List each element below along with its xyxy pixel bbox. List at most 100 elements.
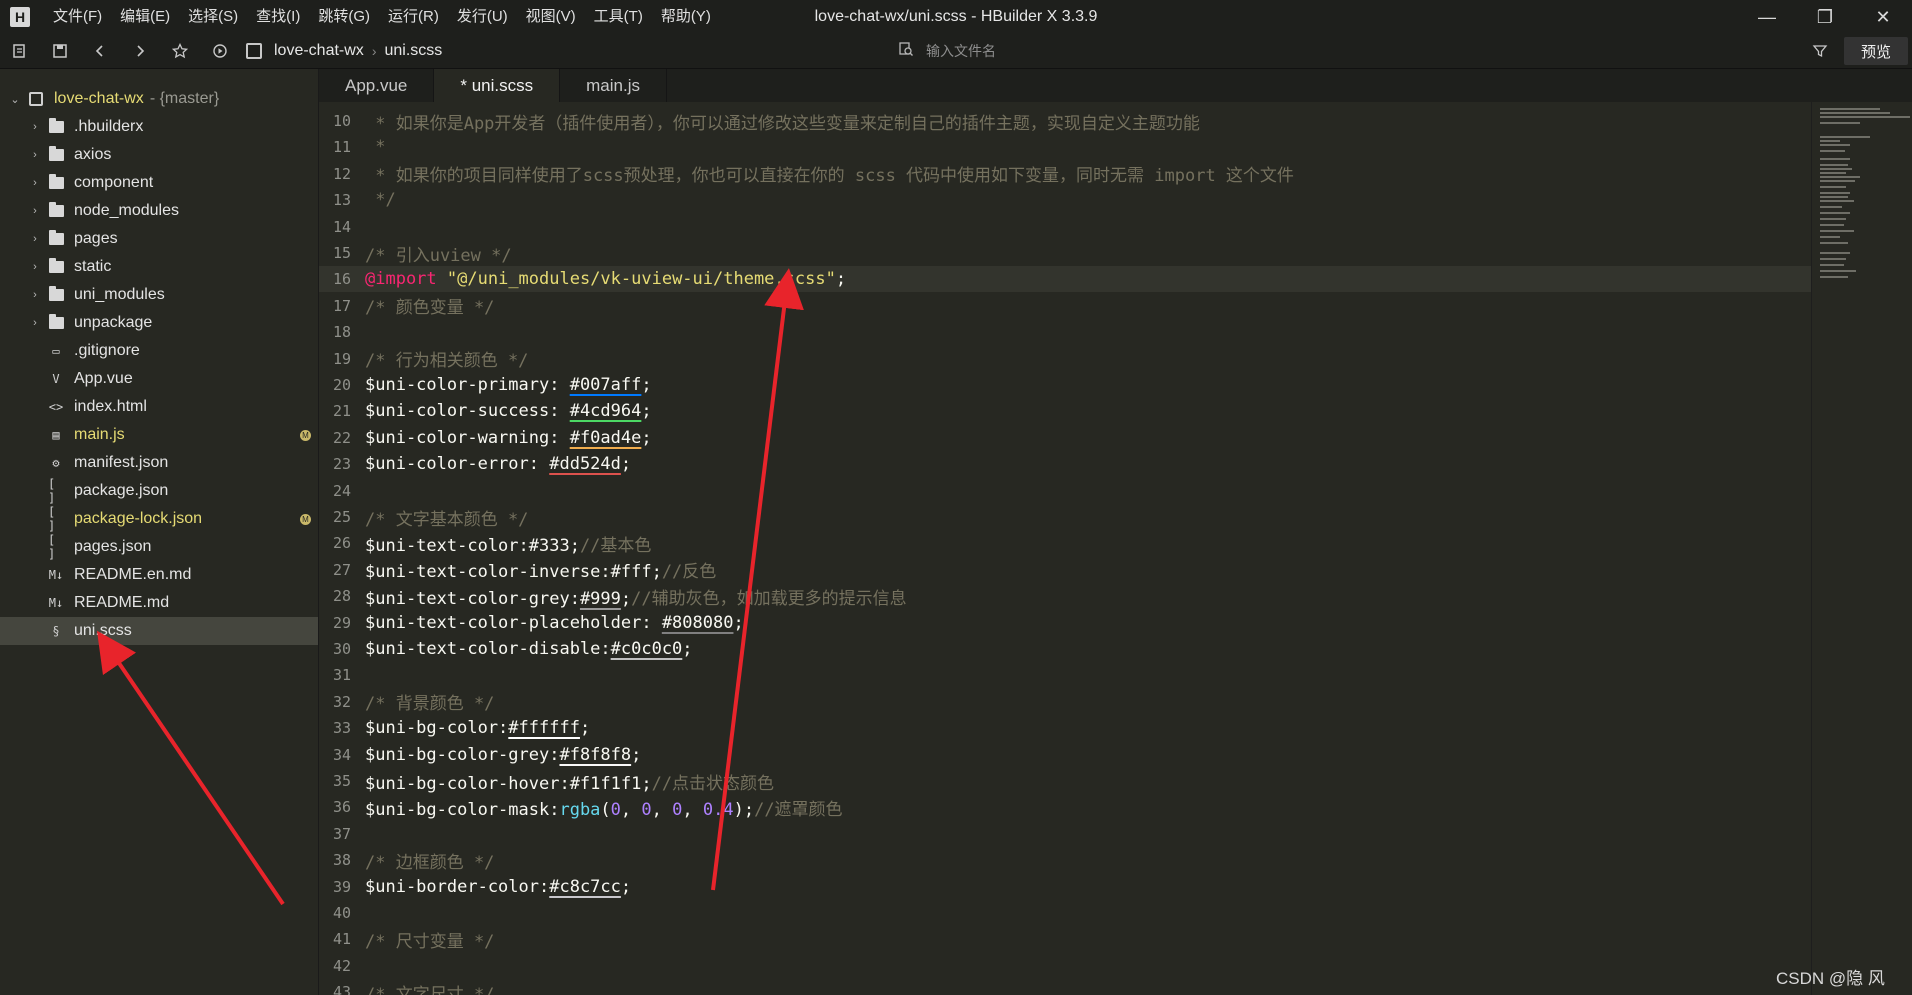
folder-item[interactable]: › axios <box>0 141 318 169</box>
code-line[interactable]: 40 <box>319 900 1811 926</box>
code-line[interactable]: 39 $uni-border-color:#c8c7cc; <box>319 874 1811 900</box>
menu-item[interactable]: 选择(S) <box>179 0 247 34</box>
file-item[interactable]: V App.vue <box>0 365 318 393</box>
code-line[interactable]: 32 /* 背景颜色 */ <box>319 689 1811 715</box>
code-line[interactable]: 27 $uni-text-color-inverse:#fff;//反色 <box>319 557 1811 583</box>
folder-item[interactable]: › pages <box>0 225 318 253</box>
minimize-button[interactable]: — <box>1738 0 1796 34</box>
chevron-down-icon[interactable]: ⌄ <box>8 93 22 106</box>
menu-item[interactable]: 跳转(G) <box>309 0 379 34</box>
file-item[interactable]: ▤ main.js M <box>0 421 318 449</box>
file-icon: § <box>52 624 60 638</box>
folder-item[interactable]: › uni_modules <box>0 281 318 309</box>
code-line[interactable]: 13 */ <box>319 187 1811 213</box>
code-line[interactable]: 28 $uni-text-color-grey:#999;//辅助灰色，如加载更多… <box>319 583 1811 609</box>
code-line[interactable]: 14 <box>319 214 1811 240</box>
code-line[interactable]: 11 * <box>319 134 1811 160</box>
run-icon[interactable] <box>200 34 240 68</box>
restore-button[interactable]: ❐ <box>1796 0 1854 34</box>
preview-button[interactable]: 预览 <box>1844 37 1908 65</box>
file-item[interactable]: <> index.html <box>0 393 318 421</box>
code-editor[interactable]: 10 * 如果你是App开发者（插件使用者），你可以通过修改这些变量来定制自己的… <box>319 102 1811 995</box>
editor-tab[interactable]: App.vue <box>319 69 435 102</box>
editor-tab[interactable]: * uni.scss <box>434 69 561 102</box>
code-line[interactable]: 42 <box>319 953 1811 979</box>
menu-item[interactable]: 帮助(Y) <box>652 0 720 34</box>
folder-item[interactable]: › static <box>0 253 318 281</box>
save-icon[interactable] <box>40 34 80 68</box>
menu-item[interactable]: 查找(I) <box>247 0 309 34</box>
folder-item[interactable]: › unpackage <box>0 309 318 337</box>
folder-item[interactable]: › component <box>0 169 318 197</box>
title-bar: H 文件(F) 编辑(E) 选择(S) 查找(I) 跳转(G) 运行(R) 发行(U) 视图(… <box>0 0 1912 34</box>
minimap[interactable] <box>1811 102 1912 995</box>
chevron-right-icon[interactable]: › <box>28 205 42 217</box>
chevron-right-icon[interactable]: › <box>28 121 42 133</box>
forward-icon[interactable] <box>120 34 160 68</box>
code-line[interactable]: 18 <box>319 319 1811 345</box>
code-line[interactable]: 12 * 如果你的项目同样使用了scss预处理，你也可以直接在你的 scss 代… <box>319 161 1811 187</box>
folder-item[interactable]: › node_modules <box>0 197 318 225</box>
project-root[interactable]: ⌄ love-chat-wx - {master} <box>0 85 318 113</box>
code-line[interactable]: 16 @import "@/uni_modules/vk-uview-ui/the… <box>319 266 1811 293</box>
chevron-right-icon[interactable]: › <box>28 177 42 189</box>
file-item[interactable]: [ ] package.json <box>0 477 318 505</box>
code-line[interactable]: 17 /* 颜色变量 */ <box>319 293 1811 319</box>
code-line[interactable]: 43 /* 文字尺寸 */ <box>319 979 1811 995</box>
file-item[interactable]: [ ] package-lock.json M <box>0 505 318 533</box>
code-line[interactable]: 29 $uni-text-color-placeholder: #808080; <box>319 610 1811 636</box>
close-button[interactable]: ✕ <box>1854 0 1912 34</box>
line-number: 13 <box>332 191 351 210</box>
star-icon[interactable] <box>160 34 200 68</box>
chevron-right-icon[interactable]: › <box>28 261 42 273</box>
code-line[interactable]: 41 /* 尺寸变量 */ <box>319 926 1811 952</box>
chevron-right-icon[interactable]: › <box>28 317 42 329</box>
code-line[interactable]: 19 /* 行为相关颜色 */ <box>319 346 1811 372</box>
code-line[interactable]: 30 $uni-text-color-disable:#c0c0c0; <box>319 636 1811 662</box>
code-line[interactable]: 26 $uni-text-color:#333;//基本色 <box>319 530 1811 556</box>
code-token: $uni-text-color-grey: <box>365 588 580 609</box>
code-line[interactable]: 21 $uni-color-success: #4cd964; <box>319 398 1811 424</box>
code-line[interactable]: 24 <box>319 478 1811 504</box>
menu-item[interactable]: 发行(U) <box>448 0 517 34</box>
chevron-right-icon[interactable]: › <box>28 289 42 301</box>
folder-item[interactable]: › .hbuilderx <box>0 113 318 141</box>
breadcrumb-project[interactable]: love-chat-wx <box>274 42 364 60</box>
menu-item[interactable]: 编辑(E) <box>111 0 179 34</box>
code-line[interactable]: 36 $uni-bg-color-mask:rgba(0, 0, 0, 0.4);… <box>319 794 1811 820</box>
code-line[interactable]: 10 * 如果你是App开发者（插件使用者），你可以通过修改这些变量来定制自己的… <box>319 108 1811 134</box>
file-item[interactable]: [ ] pages.json <box>0 533 318 561</box>
code-line[interactable]: 15 /* 引入uview */ <box>319 240 1811 266</box>
code-line[interactable]: 22 $uni-color-warning: #f0ad4e; <box>319 425 1811 451</box>
menu-item[interactable]: 运行(R) <box>379 0 448 34</box>
menu-item[interactable]: 视图(V) <box>517 0 585 34</box>
chevron-right-icon[interactable]: › <box>28 233 42 245</box>
file-item[interactable]: M↓ README.md <box>0 589 318 617</box>
editor-tab[interactable]: main.js <box>560 69 667 102</box>
code-line[interactable]: 31 <box>319 662 1811 688</box>
menu-item[interactable]: 文件(F) <box>44 0 111 34</box>
code-line[interactable]: 20 $uni-color-primary: #007aff; <box>319 372 1811 398</box>
code-line[interactable]: 33 $uni-bg-color:#ffffff; <box>319 715 1811 741</box>
code-line[interactable]: 25 /* 文字基本颜色 */ <box>319 504 1811 530</box>
file-item[interactable]: ⚙ manifest.json <box>0 449 318 477</box>
menu-item[interactable]: 工具(T) <box>585 0 652 34</box>
back-icon[interactable] <box>80 34 120 68</box>
new-file-icon[interactable] <box>0 34 40 68</box>
code-line[interactable]: 35 $uni-bg-color-hover:#f1f1f1;//点击状态颜色 <box>319 768 1811 794</box>
code-text: $uni-bg-color:#ffffff; <box>365 718 590 738</box>
file-icon: ▭ <box>52 344 60 358</box>
file-item[interactable]: ▭ .gitignore <box>0 337 318 365</box>
file-search-input[interactable] <box>924 42 1228 60</box>
code-line[interactable]: 34 $uni-bg-color-grey:#f8f8f8; <box>319 742 1811 768</box>
chevron-right-icon[interactable]: › <box>28 149 42 161</box>
code-line[interactable]: 23 $uni-color-error: #dd524d; <box>319 451 1811 477</box>
code-line[interactable]: 37 <box>319 821 1811 847</box>
code-line[interactable]: 38 /* 边框颜色 */ <box>319 847 1811 873</box>
filter-icon[interactable] <box>1808 34 1832 68</box>
line-number: 18 <box>332 323 351 342</box>
file-item[interactable]: § uni.scss <box>0 617 318 645</box>
tree-item-label: main.js <box>74 426 125 443</box>
breadcrumb-file[interactable]: uni.scss <box>384 42 442 60</box>
file-item[interactable]: M↓ README.en.md <box>0 561 318 589</box>
